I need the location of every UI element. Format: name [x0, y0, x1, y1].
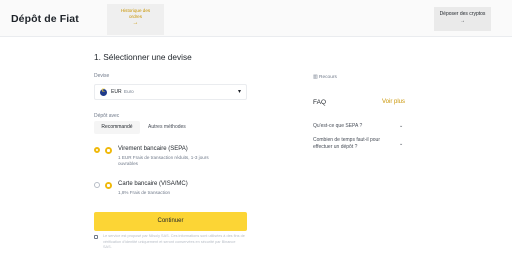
- caret-down-icon: ▾: [237, 89, 241, 95]
- currency-code: EUR: [111, 89, 122, 95]
- bank-transfer-icon: [105, 147, 112, 154]
- currency-name: Euro: [124, 89, 134, 94]
- deposit-crypto-button[interactable]: Déposer des cryptos →: [434, 7, 491, 31]
- credit-card-icon: [105, 182, 112, 189]
- currency-label: Devise: [94, 73, 110, 79]
- resources-label: Recours: [319, 75, 337, 80]
- disclaimer-text: Le service est proposé par Nilsoly SAS. …: [103, 234, 245, 249]
- arrow-right-icon: →: [460, 18, 465, 24]
- chevron-down-icon[interactable]: ⌄: [399, 123, 403, 129]
- sepa-title[interactable]: Virement bancaire (SEPA): [118, 146, 188, 152]
- step-title: 1. Sélectionner une devise: [94, 52, 192, 62]
- arrow-right-icon: →: [132, 20, 139, 26]
- faq-question-deposit-time[interactable]: Combien de temps faut-il pour effectuer …: [313, 137, 380, 151]
- continue-button[interactable]: Continuer: [94, 212, 247, 231]
- sepa-radio[interactable]: [94, 147, 100, 153]
- page-title: Dépôt de Fiat: [11, 13, 79, 25]
- faq-question-line: Combien de temps faut-il pour: [313, 137, 380, 143]
- order-history-tab[interactable]: Historique des ordres →: [107, 4, 164, 35]
- faq-question-line: effectuer un dépôt ?: [313, 144, 358, 150]
- see-more-link[interactable]: Voir plus: [382, 99, 405, 105]
- deposit-method-label: Dépôt avec: [94, 113, 120, 119]
- faq-question-line: Qu'est-ce que SEPA ?: [313, 123, 363, 129]
- tab-recommended[interactable]: Recommandé: [94, 121, 140, 134]
- sepa-desc-line2: ouvrables: [118, 161, 138, 166]
- main-content: 1. Sélectionner une devise Devise EUR Eu…: [0, 37, 512, 257]
- faq-title: FAQ: [313, 99, 327, 106]
- resources-icon: ▥: [313, 75, 318, 80]
- top-bar: Dépôt de Fiat Historique des ordres → Dé…: [0, 0, 512, 37]
- chevron-down-icon[interactable]: ⌄: [399, 141, 403, 147]
- deposit-crypto-label: Déposer des cryptos: [439, 11, 486, 17]
- faq-question-sepa[interactable]: Qu'est-ce que SEPA ?: [313, 123, 362, 130]
- currency-select[interactable]: EUR Euro ▾: [94, 84, 247, 100]
- card-title[interactable]: Carte bancaire (VISA/MC): [118, 181, 188, 187]
- card-radio[interactable]: [94, 182, 100, 188]
- card-desc: 1,8% Frais de transaction: [118, 190, 171, 195]
- tab-other-methods[interactable]: Autres méthodes: [148, 121, 186, 134]
- info-icon: [94, 235, 98, 239]
- euro-flag-icon: [100, 88, 107, 96]
